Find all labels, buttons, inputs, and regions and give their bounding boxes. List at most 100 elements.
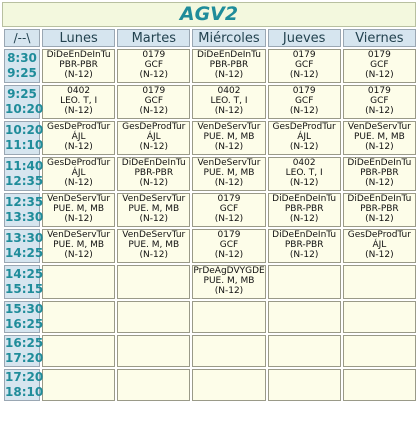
cell-teacher: GCF: [219, 240, 239, 250]
class-cell: GesDeProdTur ÁJL (N-12): [42, 157, 116, 191]
time-end: 11:10: [5, 138, 44, 152]
class-cell: 0179 GCF (N-12): [342, 49, 416, 83]
cell-subject-code: VenDeServTur: [122, 194, 186, 204]
empty-cell: [42, 301, 116, 333]
class-cell: 0179 GCF (N-12): [342, 85, 416, 119]
class-cell: DiDeEnDeInTu PBR-PBR (N-12): [192, 49, 266, 83]
cell-teacher: PUE. M, MB: [353, 132, 405, 142]
timetable-row: 13:30 14:25 VenDeServTur PUE. M, MB (N-12) Ve…: [4, 229, 416, 263]
cell-room: (N-12): [139, 142, 169, 152]
cell-subject-code: DiDeEnDeInTu: [347, 158, 412, 168]
time-slot: 9:25 10:20: [4, 85, 44, 119]
cell-room: (N-12): [64, 214, 93, 224]
cell-subject-code: VenDeServTur: [347, 122, 411, 132]
cell-teacher: PBR-PBR: [209, 60, 249, 70]
empty-cell: [342, 335, 416, 367]
cell-teacher: PBR-PBR: [284, 204, 324, 214]
cell-subject-code: PrDeAgDVYGDE: [193, 266, 265, 276]
cell-subject-code: 0179: [367, 86, 391, 96]
cell-room: (N-12): [214, 142, 244, 152]
day-header-martes: Martes: [117, 29, 191, 47]
cell-teacher: PUE. M, MB: [128, 240, 180, 250]
cell-subject-code: VenDeServTur: [122, 230, 186, 240]
cell-teacher: LEO. T, I: [60, 96, 98, 106]
time-end: 17:20: [5, 351, 44, 365]
time-start: 15:30: [5, 302, 44, 316]
time-start: 8:30: [7, 51, 37, 65]
cell-subject-code: DiDeEnDeInTu: [196, 50, 261, 60]
cell-room: (N-12): [214, 106, 244, 116]
time-end: 18:10: [5, 385, 44, 399]
cell-room: (N-12): [139, 70, 169, 80]
time-start: 12:35: [5, 195, 44, 209]
cell-subject-code: 0402: [67, 86, 91, 96]
cell-teacher: ÁJL: [71, 168, 86, 178]
cell-room: (N-12): [139, 250, 169, 260]
cell-subject-code: VenDeServTur: [197, 158, 261, 168]
time-end: 15:15: [5, 282, 44, 296]
time-start: 17:20: [5, 370, 44, 384]
class-cell: 0179 GCF (N-12): [192, 229, 266, 263]
cell-teacher: ÁJL: [146, 132, 161, 142]
cell-subject-code: VenDeServTur: [47, 194, 111, 204]
class-cell: PrDeAgDVYGDE PUE. M, MB (N-12): [192, 265, 266, 299]
class-cell: VenDeServTur PUE. M, MB (N-12): [342, 121, 416, 155]
time-end: 10:20: [5, 102, 44, 116]
class-cell: 0179 GCF (N-12): [267, 49, 341, 83]
time-end: 12:35: [5, 174, 44, 188]
cell-room: (N-12): [64, 250, 93, 260]
cell-subject-code: 0179: [292, 50, 316, 60]
cell-room: (N-12): [214, 214, 244, 224]
cell-teacher: GCF: [144, 60, 163, 70]
time-end: 13:30: [5, 210, 44, 224]
cell-subject-code: VenDeServTur: [47, 230, 111, 240]
cell-teacher: LEO. T, I: [285, 168, 323, 178]
cell-room: (N-12): [64, 70, 93, 80]
cell-subject-code: GesDeProdTur: [46, 122, 111, 132]
empty-cell: [117, 265, 191, 299]
header-row: /--\ Lunes Martes Miércoles Jueves Viern…: [4, 29, 416, 47]
cell-teacher: PBR-PBR: [360, 168, 399, 178]
empty-cell: [267, 335, 341, 367]
cell-teacher: PBR-PBR: [360, 204, 399, 214]
timetable-row: 10:20 11:10 GesDeProdTur ÁJL (N-12) GesDeProd…: [4, 121, 416, 155]
cell-teacher: PUE. M, MB: [128, 204, 180, 214]
cell-teacher: GCF: [370, 60, 389, 70]
class-cell: GesDeProdTur ÁJL (N-12): [42, 121, 116, 155]
cell-teacher: PUE. M, MB: [203, 168, 255, 178]
time-start: 11:40: [5, 159, 44, 173]
empty-cell: [42, 335, 116, 367]
timetable-row: 17:20 18:10: [4, 369, 416, 401]
time-start: 13:30: [5, 231, 44, 245]
cell-subject-code: GesDeProdTur: [122, 122, 186, 132]
cell-room: (N-12): [214, 178, 244, 188]
time-slot: 15:30 16:25: [4, 301, 44, 333]
cell-teacher: PBR-PBR: [134, 168, 174, 178]
empty-cell: [267, 369, 341, 401]
timetable-row: 14:25 15:15 PrDeAgDVYGDE PUE. M, MB (N-12): [4, 265, 416, 299]
class-cell: 0402 LEO. T, I (N-12): [267, 157, 341, 191]
cell-subject-code: 0179: [292, 86, 316, 96]
cell-subject-code: DiDeEnDeInTu: [121, 158, 186, 168]
cell-room: (N-12): [289, 106, 319, 116]
time-slot: 13:30 14:25: [4, 229, 44, 263]
cell-subject-code: VenDeServTur: [197, 122, 261, 132]
cell-room: (N-12): [214, 70, 244, 80]
timetable-row: 8:30 9:25 DiDeEnDeInTu PBR-PBR (N-12) 0179 GCF…: [4, 49, 416, 83]
cell-room: (N-12): [365, 250, 394, 260]
cell-teacher: GCF: [370, 96, 389, 106]
cell-subject-code: 0179: [142, 86, 166, 96]
time-end: 16:25: [5, 317, 44, 331]
cell-teacher: LEO. T, I: [210, 96, 248, 106]
cell-subject-code: 0179: [217, 194, 241, 204]
class-cell: VenDeServTur PUE. M, MB (N-12): [42, 193, 116, 227]
cell-room: (N-12): [64, 142, 93, 152]
cell-subject-code: DiDeEnDeInTu: [347, 194, 412, 204]
cell-teacher: PUE. M, MB: [203, 276, 255, 286]
cell-room: (N-12): [289, 178, 319, 188]
time-slot: 11:40 12:35: [4, 157, 44, 191]
cell-teacher: PBR-PBR: [284, 240, 324, 250]
empty-cell: [267, 301, 341, 333]
empty-cell: [342, 369, 416, 401]
cell-room: (N-12): [139, 106, 169, 116]
